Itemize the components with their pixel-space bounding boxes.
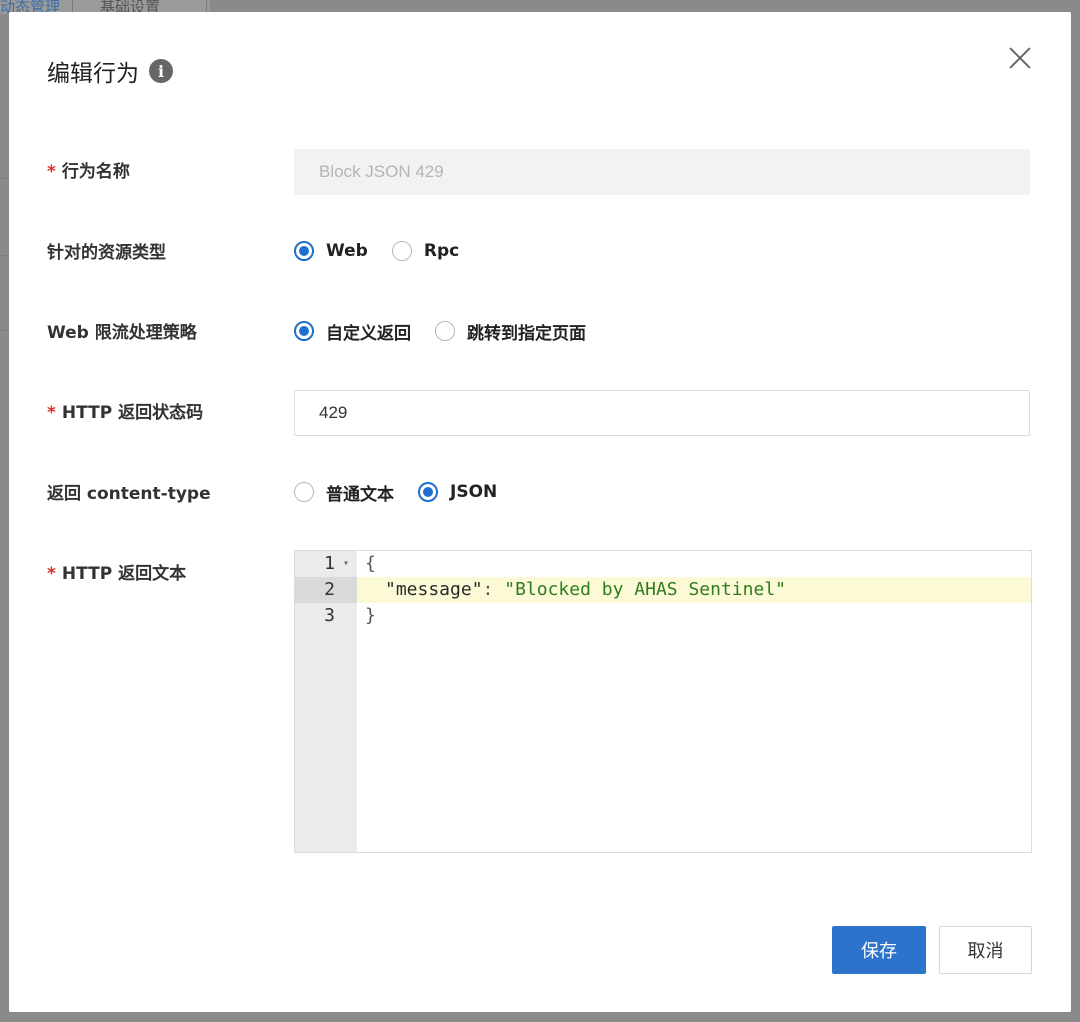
editor-line-active[interactable]: 2 "message": "Blocked by AHAS Sentinel" [295,577,1031,603]
behavior-name-input[interactable]: Block JSON 429 [294,149,1030,195]
required-mark: * [47,564,56,584]
radio-custom-response[interactable]: 自定义返回 [294,319,411,344]
fold-toggle-icon[interactable]: ▾ [343,551,349,577]
line-number: 3 [324,605,335,626]
background-divider [0,255,8,256]
radio-json[interactable]: JSON [418,482,497,502]
required-mark: * [47,162,56,182]
editor-line[interactable]: 3 } [295,603,1031,629]
radio-rpc[interactable]: Rpc [391,241,460,261]
behavior-name-label: * 行为名称 [47,160,130,184]
http-body-label: * HTTP 返回文本 [47,562,186,586]
resource-type-radio-group: Web Rpc [294,238,483,264]
radio-label: Rpc [423,241,460,261]
radio-unchecked-icon[interactable] [294,482,314,502]
json-string-value: "Blocked by AHAS Sentinel" [504,579,786,600]
label-text: HTTP 返回文本 [61,564,187,584]
radio-label: 跳转到指定页面 [467,323,586,344]
radio-plain-text[interactable]: 普通文本 [294,480,394,505]
close-icon[interactable] [1004,42,1036,74]
cancel-button[interactable]: 取消 [939,926,1032,974]
radio-checked-icon[interactable] [418,482,438,502]
code-text: { [365,553,376,574]
http-body-code-editor[interactable]: 1 ▾ { 2 "message": "Blocked by AHAS Sent… [294,550,1032,853]
radio-redirect-page[interactable]: 跳转到指定页面 [435,319,586,344]
json-colon: : [482,579,505,600]
http-status-label: * HTTP 返回状态码 [47,401,203,425]
radio-unchecked-icon[interactable] [435,321,455,341]
dialog-header: 编辑行为 i [47,54,173,88]
background-divider [0,178,8,179]
content-type-radio-group: 普通文本 JSON [294,479,521,505]
radio-label: Web [326,241,368,261]
background-divider [0,330,8,331]
dialog-title: 编辑行为 [47,61,139,87]
required-mark: * [47,403,56,423]
editor-line[interactable]: 1 ▾ { [295,551,1031,577]
web-strategy-label: Web 限流处理策略 [47,323,197,343]
edit-behavior-dialog: 编辑行为 i * 行为名称 Block JSON 429 针对的资源类型 Web … [9,12,1071,1012]
radio-web[interactable]: Web [294,241,368,261]
resource-type-label: 针对的资源类型 [47,243,166,263]
label-text: HTTP 返回状态码 [61,403,204,423]
radio-label: JSON [450,482,498,502]
web-strategy-radio-group: 自定义返回 跳转到指定页面 [294,318,610,344]
save-button[interactable]: 保存 [832,926,926,974]
radio-label: 普通文本 [326,484,394,505]
label-text: 行为名称 [61,162,130,182]
radio-checked-icon[interactable] [294,241,314,261]
code-text: } [365,605,376,626]
radio-checked-icon[interactable] [294,321,314,341]
http-status-input[interactable]: 429 [294,390,1030,436]
radio-label: 自定义返回 [326,323,411,344]
line-number: 2 [295,577,357,603]
radio-unchecked-icon[interactable] [391,241,412,261]
content-type-label: 返回 content-type [47,484,211,504]
info-icon[interactable]: i [149,59,173,83]
json-key: "message" [385,579,483,600]
code-text: "message": "Blocked by AHAS Sentinel" [385,577,786,603]
